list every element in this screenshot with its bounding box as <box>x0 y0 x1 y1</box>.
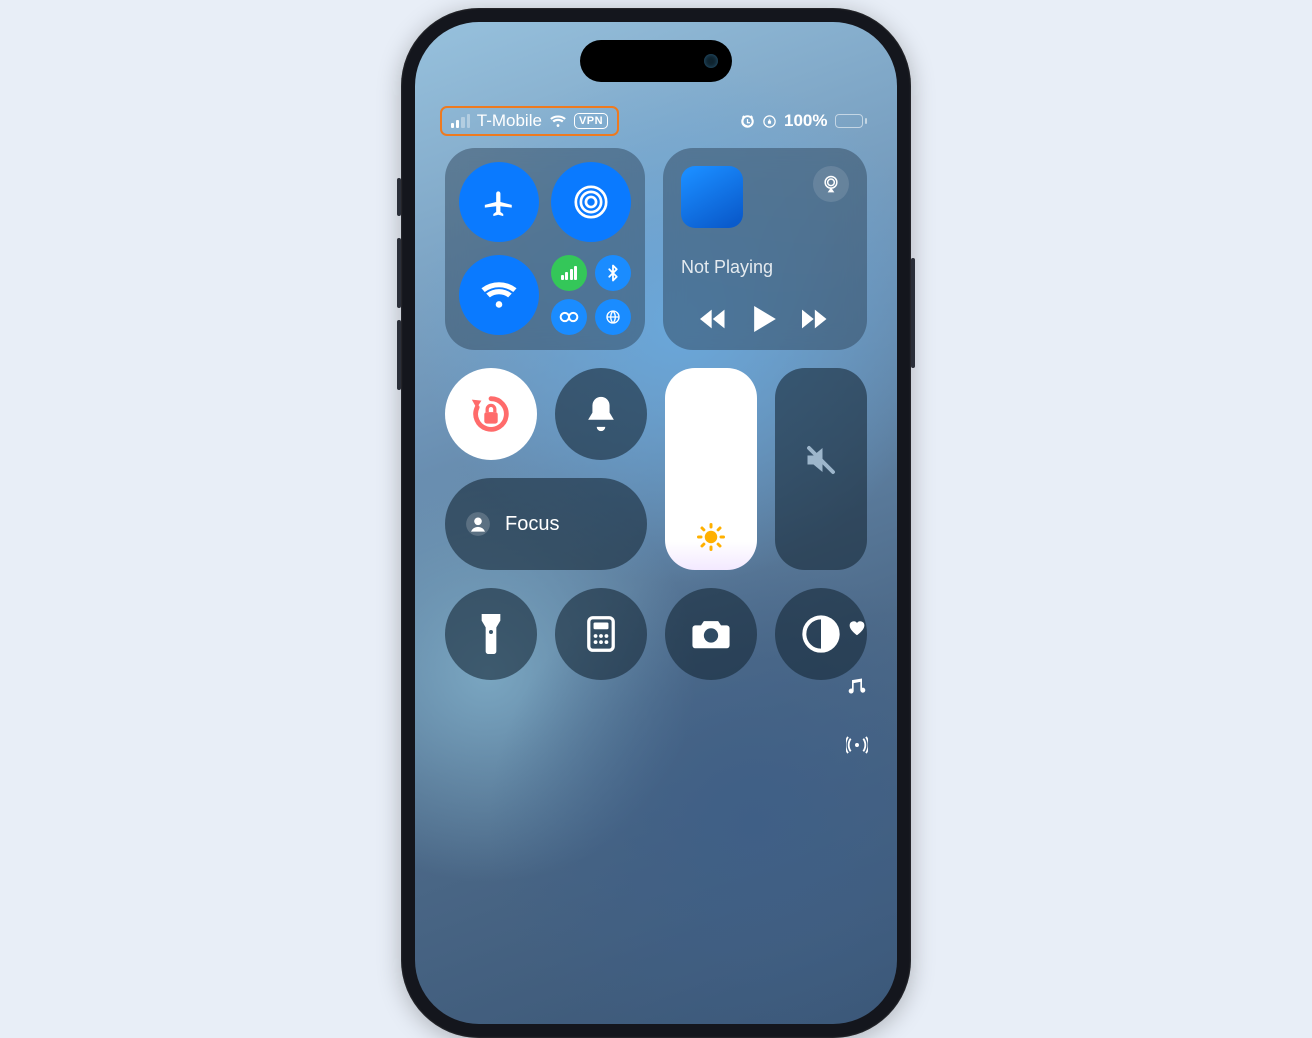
front-camera-dot <box>704 54 718 68</box>
airplane-mode-toggle[interactable] <box>459 162 539 242</box>
airplay-button[interactable] <box>813 166 849 202</box>
control-center: Not Playing <box>445 148 867 1024</box>
brightness-slider[interactable] <box>665 368 757 570</box>
personal-hotspot-toggle[interactable] <box>551 299 587 335</box>
connectivity-mini-cluster <box>551 255 631 335</box>
alarm-icon <box>740 114 755 129</box>
connectivity-page-icon[interactable] <box>846 736 868 754</box>
calculator-button[interactable] <box>555 588 647 680</box>
cellular-signal-icon <box>451 114 470 128</box>
volume-slider[interactable] <box>775 368 867 570</box>
status-bar-right: 100% <box>740 111 867 131</box>
airdrop-toggle[interactable] <box>551 162 631 242</box>
rewind-button[interactable] <box>700 309 728 329</box>
vpn-badge: VPN <box>574 113 608 129</box>
phone-frame: ＋ T-Mobile VPN <box>401 8 911 1038</box>
status-bar-left: T-Mobile VPN <box>445 109 614 133</box>
favorites-page-icon[interactable] <box>847 618 867 636</box>
flashlight-button[interactable] <box>445 588 537 680</box>
media-artwork <box>681 166 743 228</box>
physical-volume-up <box>397 238 401 308</box>
cellular-data-toggle[interactable] <box>551 255 587 291</box>
physical-power-button <box>911 258 915 368</box>
focus-button[interactable]: Focus <box>445 478 647 570</box>
brightness-icon <box>696 522 726 552</box>
phone-screen: ＋ T-Mobile VPN <box>415 22 897 1024</box>
wifi-status-icon <box>549 114 567 128</box>
rotation-lock-toggle[interactable] <box>445 368 537 460</box>
camera-button[interactable] <box>665 588 757 680</box>
carrier-label: T-Mobile <box>477 111 542 131</box>
play-button[interactable] <box>754 306 776 332</box>
control-center-page-indicators[interactable] <box>846 618 868 754</box>
battery-icon <box>835 114 868 128</box>
wifi-toggle[interactable] <box>459 255 539 335</box>
focus-label: Focus <box>505 513 559 536</box>
focus-person-icon <box>465 511 491 537</box>
media-controls <box>681 306 849 332</box>
bluetooth-toggle[interactable] <box>595 255 631 291</box>
music-page-icon[interactable] <box>847 676 867 696</box>
battery-percent-label: 100% <box>784 111 827 131</box>
volume-muted-icon <box>803 442 839 478</box>
status-bar: T-Mobile VPN 100% <box>445 106 867 136</box>
physical-volume-down <box>397 320 401 390</box>
physical-mute-switch <box>397 178 401 216</box>
media-title: Not Playing <box>681 257 849 278</box>
rotation-lock-status-icon <box>762 114 777 129</box>
satellite-toggle[interactable] <box>595 299 631 335</box>
forward-button[interactable] <box>802 309 830 329</box>
silent-mode-toggle[interactable] <box>555 368 647 460</box>
connectivity-panel[interactable] <box>445 148 645 350</box>
media-panel[interactable]: Not Playing <box>663 148 867 350</box>
dynamic-island <box>580 40 732 82</box>
